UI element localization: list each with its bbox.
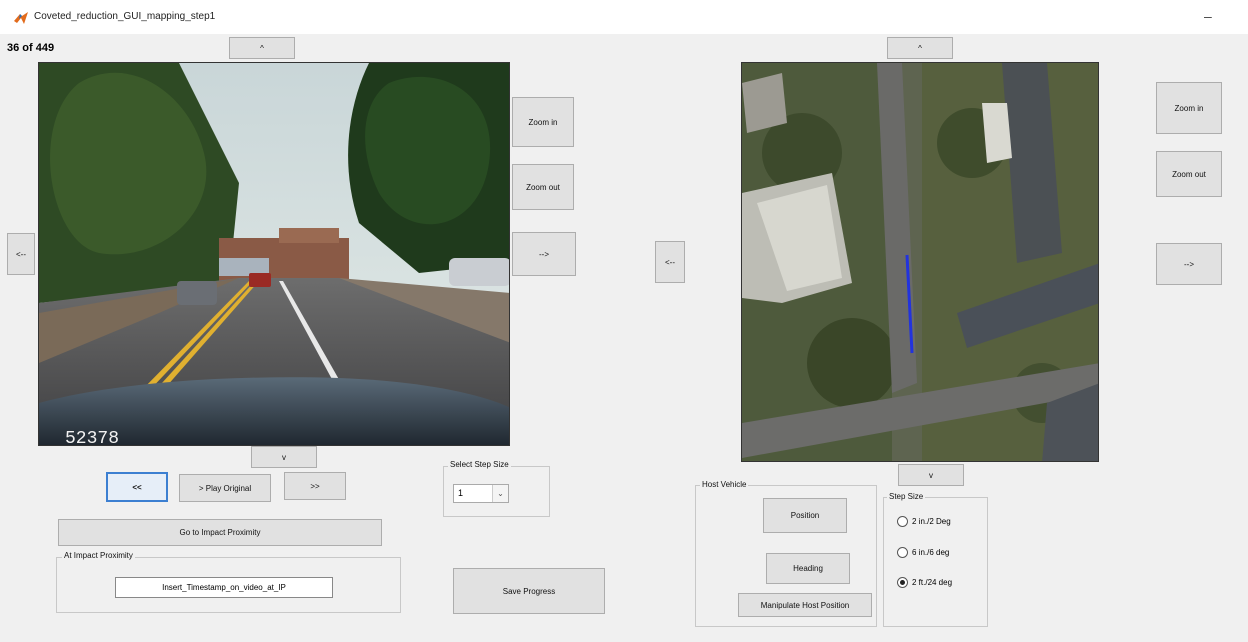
select-step-size-label: Select Step Size bbox=[448, 460, 511, 469]
map-zoom-in-button[interactable]: Zoom in bbox=[1156, 82, 1222, 134]
step-size-select-value: 1 bbox=[458, 488, 464, 498]
step-size-option-6in[interactable]: 6 in./6 deg bbox=[897, 547, 949, 558]
video-timestamp-overlay: 52378 bbox=[65, 429, 119, 446]
video-pan-up-button[interactable]: ^ bbox=[229, 37, 295, 59]
step-back-button[interactable]: << bbox=[106, 472, 168, 502]
map-pan-right-button[interactable]: --> bbox=[1156, 243, 1222, 285]
step-size-option-label: 2 in./2 Deg bbox=[912, 517, 951, 526]
step-forward-button[interactable]: >> bbox=[284, 472, 346, 500]
video-zoom-out-button[interactable]: Zoom out bbox=[512, 164, 574, 210]
chevron-down-icon: ⌄ bbox=[492, 485, 508, 502]
matlab-icon bbox=[14, 12, 28, 24]
frame-counter: 36 of 449 bbox=[7, 42, 55, 54]
radio-selected-icon bbox=[897, 577, 908, 588]
step-size-option-2ft[interactable]: 2 ft./24 deg bbox=[897, 577, 952, 588]
video-pan-left-button[interactable]: <-- bbox=[7, 233, 35, 275]
map-pan-left-button[interactable]: <-- bbox=[655, 241, 685, 283]
satellite-map bbox=[741, 62, 1099, 462]
video-pan-down-button[interactable]: v bbox=[251, 446, 317, 468]
step-size-label: Step Size bbox=[887, 492, 926, 501]
video-zoom-in-button[interactable]: Zoom in bbox=[512, 97, 574, 147]
map-zoom-out-button[interactable]: Zoom out bbox=[1156, 151, 1222, 197]
map-pan-down-button[interactable]: v bbox=[898, 464, 964, 486]
play-original-button[interactable]: > Play Original bbox=[179, 474, 271, 502]
radio-icon bbox=[897, 516, 908, 527]
impact-proximity-label: At Impact Proximity bbox=[62, 551, 135, 560]
video-pan-right-button[interactable]: --> bbox=[512, 232, 576, 276]
map-pan-up-button[interactable]: ^ bbox=[887, 37, 953, 59]
minimize-button[interactable]: – bbox=[1204, 8, 1212, 24]
position-button[interactable]: Position bbox=[763, 498, 847, 533]
host-vehicle-label: Host Vehicle bbox=[700, 480, 749, 489]
dashcam-video-frame: 52378 bbox=[38, 62, 510, 446]
step-size-option-2in[interactable]: 2 in./2 Deg bbox=[897, 516, 951, 527]
heading-button[interactable]: Heading bbox=[766, 553, 850, 584]
step-size-option-label: 6 in./6 deg bbox=[912, 548, 950, 557]
radio-icon bbox=[897, 547, 908, 558]
timestamp-input[interactable]: Insert_Timestamp_on_video_at_IP bbox=[115, 577, 333, 598]
window-title: Coveted_reduction_GUI_mapping_step1 bbox=[34, 11, 216, 22]
go-to-impact-proximity-button[interactable]: Go to Impact Proximity bbox=[58, 519, 382, 546]
step-size-select[interactable]: 1 ⌄ bbox=[453, 484, 509, 503]
save-progress-button[interactable]: Save Progress bbox=[453, 568, 605, 614]
manipulate-host-position-button[interactable]: Manipulate Host Position bbox=[738, 593, 872, 617]
step-size-option-label: 2 ft./24 deg bbox=[912, 578, 953, 587]
